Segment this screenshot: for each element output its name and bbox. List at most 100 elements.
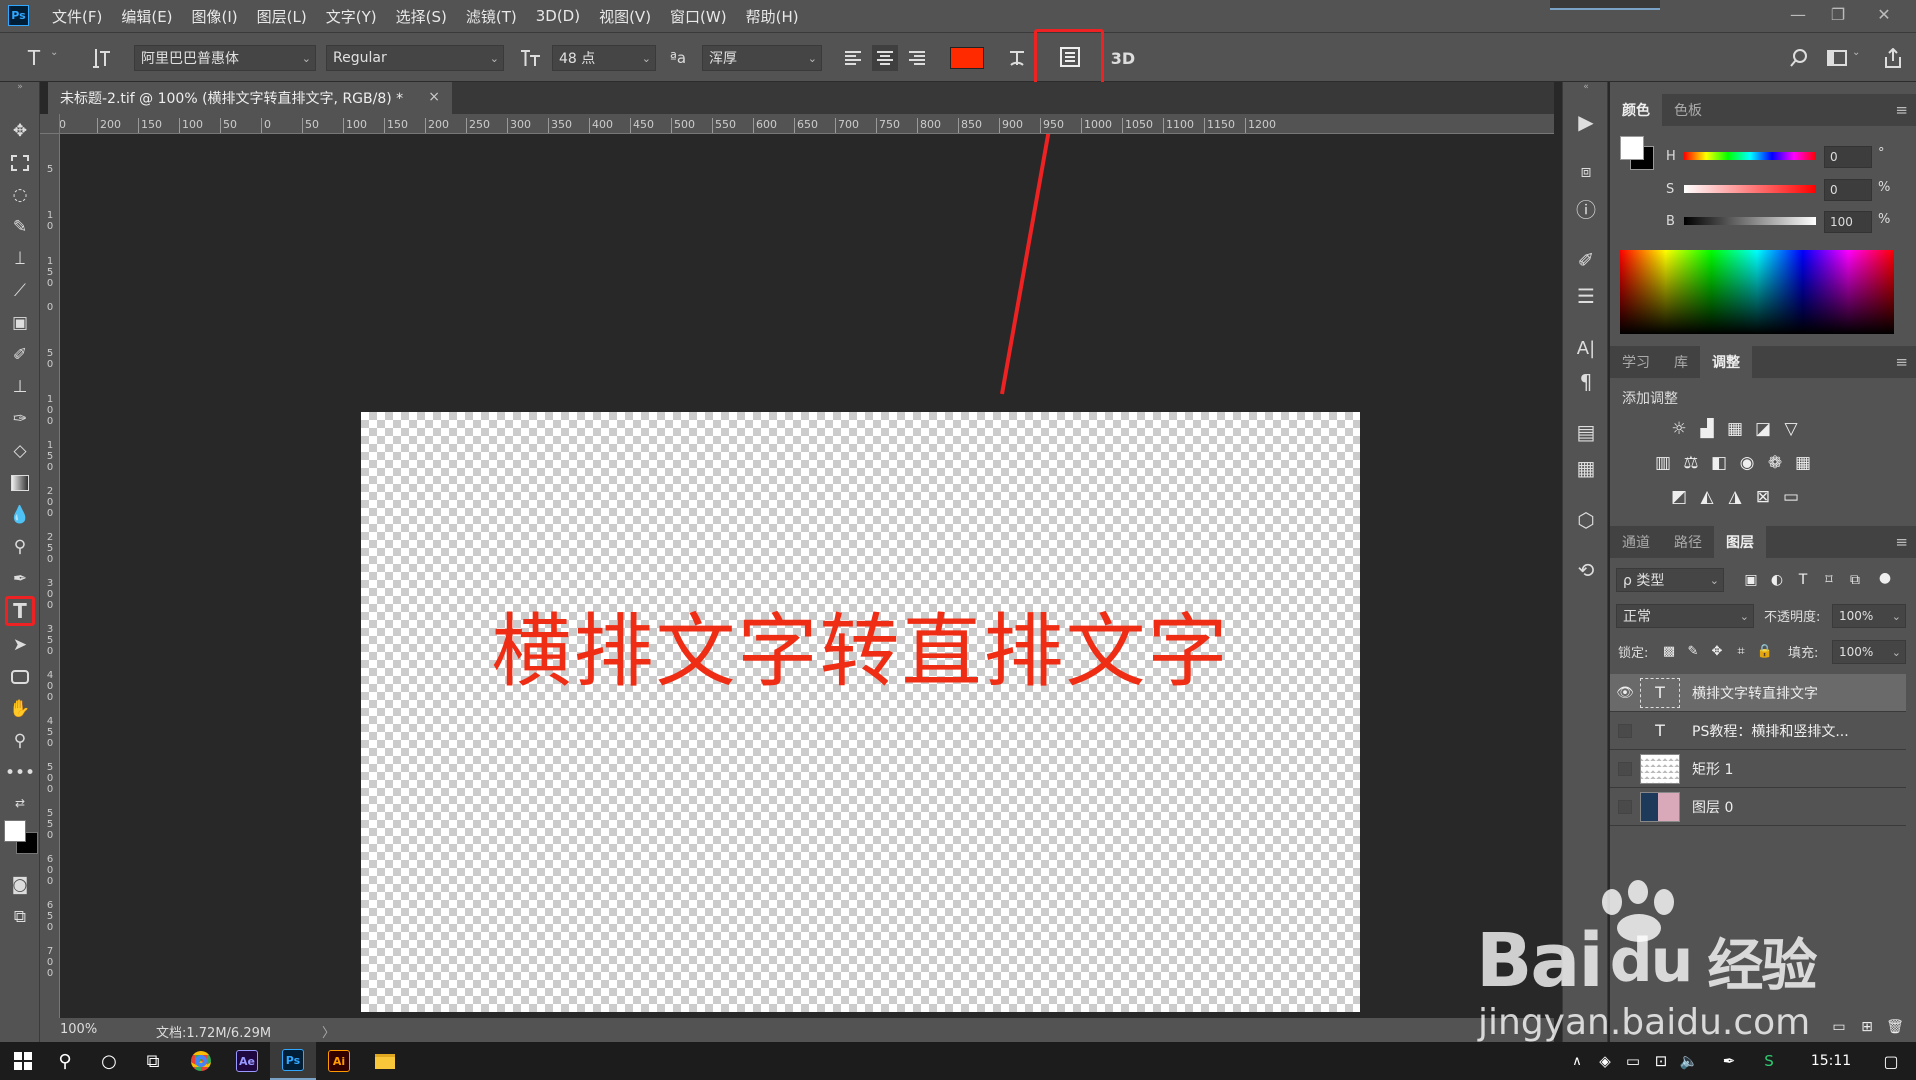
menu-filter[interactable]: 滤镜(T) xyxy=(466,6,517,27)
black-white-icon[interactable]: ◧ xyxy=(1708,452,1730,474)
close-tab-icon[interactable]: × xyxy=(428,89,440,105)
info-panel-icon[interactable]: ⓘ xyxy=(1563,192,1609,224)
menu-layer[interactable]: 图层(L) xyxy=(257,6,307,27)
color-balance-icon[interactable]: ⚖ xyxy=(1680,452,1702,474)
canvas-workspace[interactable]: 横排文字转直排文字 xyxy=(60,134,1554,1018)
search-icon[interactable] xyxy=(1786,45,1812,71)
tab-paths[interactable]: 路径 xyxy=(1662,526,1714,558)
menu-edit[interactable]: 编辑(E) xyxy=(121,6,172,27)
eyedropper-tool-icon[interactable]: ⟋ xyxy=(0,276,40,306)
document-tab[interactable]: 未标题-2.tif @ 100% (横排文字转直排文字, RGB/8) * × xyxy=(48,82,452,114)
notes-panel-icon[interactable]: ▦ xyxy=(1563,452,1609,484)
status-menu-arrow[interactable]: 〉 xyxy=(322,1022,335,1041)
rectangle-tool-icon[interactable] xyxy=(0,662,40,692)
chrome-icon[interactable] xyxy=(178,1042,224,1080)
photoshop-taskbar-icon[interactable]: Ps xyxy=(270,1042,316,1080)
lock-all-icon[interactable]: 🔒 xyxy=(1754,640,1776,662)
zoom-tool-icon[interactable]: ⚲ xyxy=(0,726,40,756)
horizontal-type-tool-icon[interactable]: T xyxy=(5,596,35,626)
lock-transparent-icon[interactable]: ▩ xyxy=(1658,640,1680,662)
curves-icon[interactable]: ▦ xyxy=(1724,418,1746,440)
file-explorer-icon[interactable] xyxy=(362,1042,408,1080)
workspace-chevron-icon[interactable]: ⌄ xyxy=(1852,47,1860,58)
align-right-icon[interactable] xyxy=(904,45,930,71)
healing-brush-tool-icon[interactable]: ▣ xyxy=(0,308,40,338)
brush-presets-icon[interactable]: ☰ xyxy=(1563,280,1609,312)
hue-saturation-icon[interactable]: ▥ xyxy=(1652,452,1674,474)
clone-stamp-tool-icon[interactable]: ⊥ xyxy=(0,372,40,402)
filter-adjustment-icon[interactable]: ◐ xyxy=(1766,569,1788,591)
vibrance-icon[interactable]: ▽ xyxy=(1780,418,1802,440)
visibility-toggle[interactable] xyxy=(1618,723,1632,738)
tool-preset-chevron-icon[interactable]: ⌄ xyxy=(50,47,58,58)
actions-play-icon[interactable]: ▶ xyxy=(1563,106,1609,138)
color-lookup-icon[interactable]: ▦ xyxy=(1792,452,1814,474)
saturation-slider[interactable] xyxy=(1684,185,1816,193)
tab-libraries[interactable]: 库 xyxy=(1662,346,1700,378)
vertical-ruler[interactable]: 051 01 5 005 01 0 01 5 02 0 02 5 03 0 03… xyxy=(40,114,60,1018)
saturation-input[interactable]: 0 xyxy=(1824,179,1872,201)
path-selection-tool-icon[interactable]: ➤ xyxy=(0,630,40,660)
horizontal-ruler[interactable]: 0 200 150 100 50 0 50 100 150 200 250 300 350 400 450 5… xyxy=(48,114,1554,134)
font-family-select[interactable]: 阿里巴巴普惠体 ⌄ xyxy=(134,45,316,71)
menu-window[interactable]: 窗口(W) xyxy=(670,6,727,27)
panel-menu-icon[interactable]: ≡ xyxy=(1895,533,1908,551)
filter-pixel-icon[interactable]: ▣ xyxy=(1740,569,1762,591)
task-view-icon[interactable]: ⧉ xyxy=(130,1042,176,1080)
visibility-toggle[interactable] xyxy=(1618,799,1632,814)
clock[interactable]: 15:11 xyxy=(1796,1042,1866,1080)
brightness-input[interactable]: 100 xyxy=(1824,211,1872,233)
tab-learn[interactable]: 学习 xyxy=(1610,346,1662,378)
screen-mode-icon[interactable]: ⧉ xyxy=(0,902,40,932)
gradient-map-icon[interactable]: ▭ xyxy=(1780,486,1802,508)
visibility-eye-icon[interactable]: 👁 xyxy=(1610,685,1640,701)
layer-name[interactable]: 矩形 1 xyxy=(1692,759,1733,779)
delete-layer-icon[interactable]: 🗑 xyxy=(1884,1016,1906,1038)
move-tool-icon[interactable]: ✥ xyxy=(0,116,40,146)
layer-row[interactable]: 矩形 1 xyxy=(1610,750,1906,788)
tab-swatches[interactable]: 色板 xyxy=(1662,94,1714,126)
share-icon[interactable] xyxy=(1880,45,1906,71)
timeline-panel-icon[interactable]: ⟲ xyxy=(1563,554,1609,586)
quick-mask-icon[interactable]: ◙ xyxy=(0,870,40,900)
lock-artboard-icon[interactable]: ⌗ xyxy=(1730,640,1752,662)
font-size-select[interactable]: 48 点 ⌄ xyxy=(552,45,656,71)
properties-panel-icon[interactable]: ▤ xyxy=(1563,416,1609,448)
new-layer-icon[interactable]: ⊞ xyxy=(1856,1016,1878,1038)
swap-colors-icon[interactable]: ⇄ xyxy=(0,788,40,818)
gradient-tool-icon[interactable] xyxy=(0,468,40,498)
close-button[interactable]: ✕ xyxy=(1864,0,1904,28)
marquee-tool-icon[interactable] xyxy=(0,148,40,178)
levels-icon[interactable]: ▟ xyxy=(1696,418,1718,440)
text-color-swatch[interactable] xyxy=(950,47,984,69)
lock-pixels-icon[interactable]: ✎ xyxy=(1682,640,1704,662)
tab-color[interactable]: 颜色 xyxy=(1610,94,1662,126)
threshold-icon[interactable]: ◮ xyxy=(1724,486,1746,508)
layer-name[interactable]: 横排文字转直排文字 xyxy=(1692,683,1818,703)
layer-filter-select[interactable]: ρ 类型 ⌄ xyxy=(1616,568,1724,592)
type-tool-icon[interactable]: T xyxy=(22,45,46,71)
minimize-button[interactable]: — xyxy=(1778,0,1818,28)
blur-tool-icon[interactable]: 💧 xyxy=(0,500,40,530)
hand-tool-icon[interactable]: ✋ xyxy=(0,694,40,724)
crop-tool-icon[interactable]: ⟘ xyxy=(0,244,40,274)
brightness-contrast-icon[interactable]: ☼ xyxy=(1668,418,1690,440)
blend-mode-select[interactable]: 正常 ⌄ xyxy=(1616,604,1754,628)
lock-position-icon[interactable]: ✥ xyxy=(1706,640,1728,662)
more-tools-icon[interactable]: ••• xyxy=(0,758,40,788)
collapse-dock-icon[interactable]: « xyxy=(1563,82,1609,92)
input-method-icon[interactable]: S xyxy=(1746,1042,1792,1080)
font-style-select[interactable]: Regular ⌄ xyxy=(326,45,504,71)
tab-adjustments[interactable]: 调整 xyxy=(1700,346,1752,378)
illustrator-icon[interactable]: Ai xyxy=(316,1042,362,1080)
layer-row[interactable]: 👁 T 横排文字转直排文字 xyxy=(1610,674,1906,712)
foreground-color-swatch[interactable] xyxy=(4,820,26,842)
filter-smart-object-icon[interactable]: ⧉ xyxy=(1844,569,1866,591)
hue-input[interactable]: 0 xyxy=(1824,146,1872,168)
menu-type[interactable]: 文字(Y) xyxy=(326,6,377,27)
photoshop-logo[interactable]: Ps xyxy=(8,5,29,26)
color-panel-foreground-swatch[interactable] xyxy=(1620,136,1644,160)
toggle-text-orientation-icon[interactable] xyxy=(88,45,114,71)
eraser-tool-icon[interactable]: ◇ xyxy=(0,436,40,466)
brush-settings-icon[interactable]: ✐ xyxy=(1563,244,1609,276)
